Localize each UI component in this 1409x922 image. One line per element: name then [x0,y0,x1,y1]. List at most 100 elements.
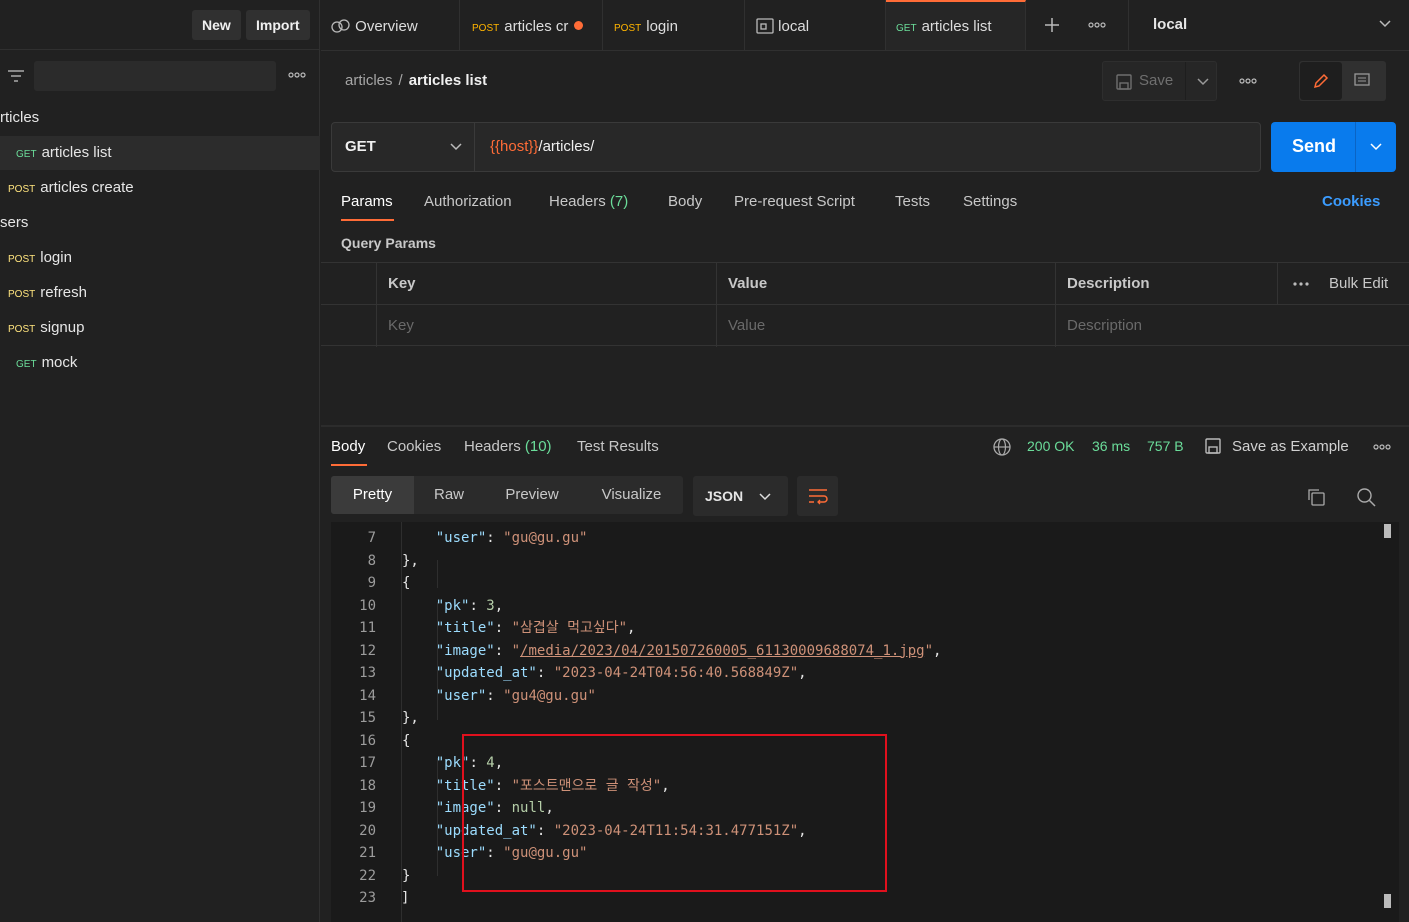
line-number: 19 [359,800,376,816]
globe-icon[interactable] [992,437,1012,457]
view-pretty[interactable]: Pretty [331,476,414,514]
tab-login[interactable]: POST login [604,0,745,50]
tab-response-cookies[interactable]: Cookies [387,438,441,455]
comment-icon[interactable] [1353,72,1371,90]
divider [1185,62,1186,100]
status-code[interactable]: 200 OK [1027,438,1074,454]
save-as-example-button[interactable]: Save as Example [1232,438,1349,455]
save-button[interactable]: Save [1102,61,1217,101]
headers-count: (7) [609,193,629,210]
scrollbar-thumb-top[interactable] [1384,524,1391,538]
breadcrumb-current[interactable]: articles list [409,72,487,89]
method-select[interactable]: GET [332,123,475,171]
request-label: articles create [40,179,134,196]
chevron-down-icon[interactable] [1197,78,1209,86]
sidebar-item-refresh[interactable]: POST refresh [0,276,320,310]
send-label: Send [1292,136,1337,156]
request-more-icon[interactable] [1238,77,1258,85]
tab-articles-list[interactable]: GET articles list [886,0,1026,50]
description-input[interactable]: Description [1055,305,1409,347]
line-content: }, [402,552,419,569]
folder-label: sers [0,214,29,231]
sidebar-item-mock[interactable]: GET mock [0,346,320,380]
import-button[interactable]: Import [246,10,310,40]
column-header-value: Value [716,263,1055,305]
line-content: "user": "gu4@gu.gu" [435,687,596,704]
save-label: Save [1139,72,1174,89]
collection-folder-articles[interactable]: rticles [0,101,320,135]
tab-articles-create[interactable]: POST articles cr [462,0,603,50]
table-more-icon[interactable] [1292,281,1310,287]
edit-mode-button[interactable] [1300,62,1342,100]
copy-icon[interactable] [1306,487,1326,507]
tab-response-body[interactable]: Body [331,438,365,455]
more-options-icon[interactable] [287,66,307,86]
overview-icon [331,19,350,33]
tab-tests[interactable]: Tests [895,193,930,210]
tab-overview[interactable]: Overview [321,0,460,50]
environment-select[interactable]: local [1128,0,1409,50]
tab-response-headers[interactable]: Headers (10) [464,438,552,455]
bulk-edit-link[interactable]: Bulk Edit [1329,263,1388,305]
tab-settings[interactable]: Settings [963,193,1017,210]
highlight-annotation-box [462,734,887,892]
value-input[interactable]: Value [716,305,1055,347]
line-number: 13 [359,665,376,681]
search-icon[interactable] [1356,487,1376,507]
filter-icon[interactable] [6,66,26,86]
image-link[interactable]: /media/2023/04/201507260005_611300096880… [520,643,925,659]
url-input[interactable]: {{host}}/articles/ [490,123,594,171]
wrap-lines-button[interactable] [797,476,838,516]
tab-more-icon[interactable] [1087,21,1107,29]
collection-folder-users[interactable]: sers [0,206,320,240]
tab-label: Headers [464,438,521,455]
tab-local-environment[interactable]: local [746,0,886,50]
new-button[interactable]: New [192,10,241,40]
line-number: 9 [367,575,376,591]
sidebar-item-signup[interactable]: POST signup [0,311,320,345]
chevron-down-icon [759,493,771,501]
scrollbar[interactable] [1384,522,1392,922]
sidebar: New Import rticles GET articles list POST… [0,0,320,922]
response-time[interactable]: 36 ms [1092,438,1130,454]
response-size[interactable]: 757 B [1147,438,1184,454]
tab-body[interactable]: Body [668,193,702,210]
tab-params[interactable]: Params [341,193,393,210]
method-label: GET [345,138,376,155]
line-number: 11 [359,620,376,636]
headers-count: (10) [524,438,552,455]
view-visualize[interactable]: Visualize [580,476,683,514]
environment-label: local [1153,16,1188,33]
view-raw[interactable]: Raw [414,476,484,514]
key-input[interactable]: Key [376,305,716,347]
line-number: 18 [359,777,376,794]
breadcrumb-parent[interactable]: articles [345,72,393,89]
cookies-link[interactable]: Cookies [1322,193,1380,210]
line-content: ] [401,890,410,906]
format-select[interactable]: JSON [693,476,788,516]
scrollbar-thumb-bottom[interactable] [1384,894,1391,908]
sidebar-search-input[interactable] [34,61,276,91]
line-number: 14 [359,687,376,704]
tab-headers[interactable]: Headers (7) [549,193,628,210]
line-content: "user": "gu@gu.gu" [435,530,588,546]
save-icon [1205,438,1221,454]
method-badge: POST [8,184,36,195]
new-tab-plus-icon[interactable] [1043,16,1061,34]
view-preview[interactable]: Preview [484,476,580,514]
sidebar-item-articles-list[interactable]: GET articles list [0,136,320,170]
line-content: "updated_at": "2023-04-24T04:56:40.56884… [435,665,807,681]
response-more-icon[interactable] [1372,443,1392,451]
tab-authorization[interactable]: Authorization [424,193,512,210]
method-badge: POST [614,23,642,34]
tab-label: login [646,18,678,35]
tab-test-results[interactable]: Test Results [577,438,659,455]
environment-icon [756,18,774,34]
tab-pre-request-script[interactable]: Pre-request Script [734,193,855,210]
sidebar-item-articles-create[interactable]: POST articles create [0,171,320,205]
sidebar-item-login[interactable]: POST login [0,241,320,275]
send-button[interactable]: Send [1271,122,1396,172]
response-divider[interactable] [321,425,1409,427]
request-label: login [40,249,72,266]
chevron-down-icon[interactable] [1370,143,1382,151]
